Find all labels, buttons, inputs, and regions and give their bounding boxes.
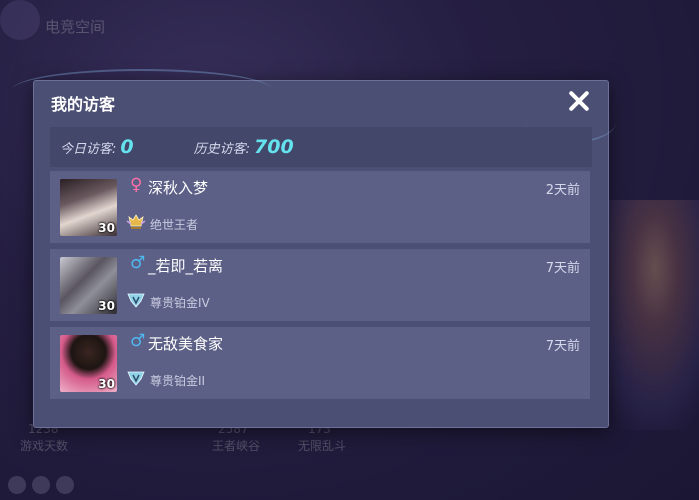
male-gender-icon: ♂ [130,253,146,273]
close-icon[interactable] [564,86,594,116]
player-name: _若即_若离 [148,257,224,275]
player-name: 深秋入梦 [148,179,209,197]
player-level: 30 [98,299,115,313]
male-gender-icon: ♂ [130,331,146,351]
history-visitors: 历史访客: 700 [194,136,294,158]
today-visitors: 今日访客: 0 [60,136,134,158]
history-visitors-label: 历史访客: [193,142,251,157]
visitor-row[interactable]: 30 ♂ 无敌美食家 7天前 尊贵铂金II [50,327,590,399]
today-visitors-label: 今日访客: [60,142,117,157]
avatar[interactable]: 30 [60,179,117,236]
history-visitors-count: 700 [254,136,294,158]
visitor-row[interactable]: 30 ♀ 深秋入梦 2天前 绝世王者 [50,171,590,243]
visit-time: 2天前 [545,183,580,198]
visit-time: 7天前 [545,261,580,276]
crown-wings-icon [126,214,146,229]
visitor-row[interactable]: 30 ♂ _若即_若离 7天前 尊贵铂金IV [50,249,590,321]
platinum-badge-icon [127,293,145,308]
rank-label: 绝世王者 [150,218,199,232]
female-gender-icon: ♀ [130,175,143,195]
visitor-stats-bar: 今日访客: 0 历史访客: 700 [50,127,592,167]
visitor-list: 30 ♀ 深秋入梦 2天前 绝世王者 30 ♂ _若即_若离 7天前 尊贵铂金I… [50,171,590,405]
today-visitors-count: 0 [120,136,134,158]
avatar[interactable]: 30 [60,335,117,392]
visitors-dialog: 我的访客 今日访客: 0 历史访客: 700 30 ♀ 深秋入梦 2天前 绝世王… [12,69,616,428]
avatar[interactable]: 30 [60,257,117,314]
dialog-title: 我的访客 [51,95,116,114]
player-level: 30 [98,377,115,391]
player-name: 无敌美食家 [148,335,224,353]
visit-time: 7天前 [545,339,580,354]
platinum-badge-icon [127,371,145,386]
rank-label: 尊贵铂金II [150,374,206,388]
rank-label: 尊贵铂金IV [150,296,210,310]
player-level: 30 [98,221,115,235]
